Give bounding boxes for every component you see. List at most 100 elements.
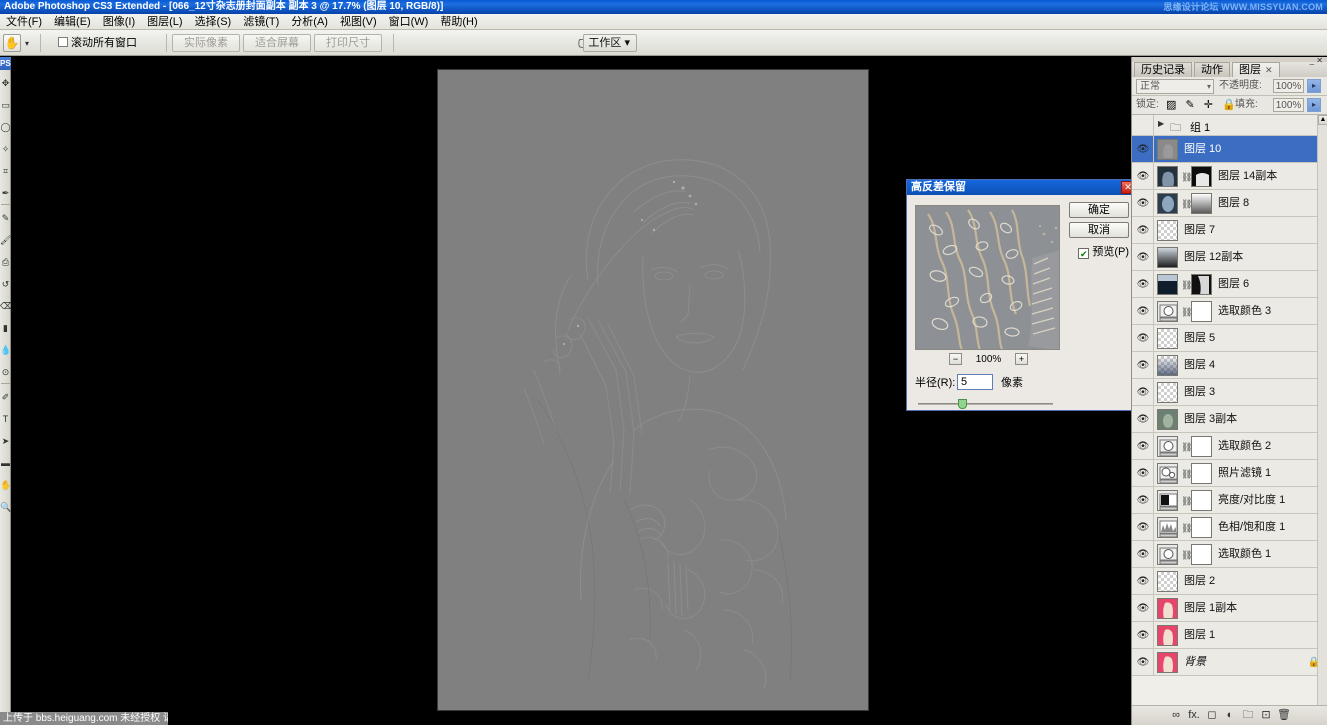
layer-visibility-eye-icon[interactable]: 👁 [1136, 549, 1150, 561]
image-canvas[interactable] [438, 70, 868, 710]
high-pass-dialog[interactable]: 高反差保留 ✕ − 100% + 半径(R): 5 像素 确定 取消 ✔ 预览(… [906, 179, 1138, 411]
checkbox-check-icon[interactable]: ✔ [1078, 248, 1090, 259]
hand-tool[interactable]: ✋ [0, 474, 11, 496]
zoom-tool[interactable]: 🔍 [0, 496, 11, 518]
layer-name[interactable]: 照片滤镜 1 [1218, 467, 1271, 480]
fill-input[interactable]: 100% [1273, 98, 1304, 112]
hand-tool-icon[interactable]: ✋ [3, 34, 21, 52]
cancel-button[interactable]: 取消 [1069, 222, 1129, 238]
layer-row[interactable]: 👁 背景 🔒 [1132, 649, 1327, 676]
layer-row[interactable]: 👁 图层 7 [1132, 217, 1327, 244]
layer-row[interactable]: 👁 ⛓ 亮度/对比度 1 [1132, 487, 1327, 514]
layer-name[interactable]: 图层 4 [1184, 359, 1215, 372]
layer-visibility-eye-icon[interactable]: 👁 [1136, 522, 1150, 534]
layer-visibility-eye-icon[interactable]: 👁 [1136, 441, 1150, 453]
blend-mode-select[interactable]: 正常 ▾ [1136, 79, 1214, 94]
layer-name[interactable]: 图层 5 [1184, 332, 1215, 345]
workspace-button[interactable]: 工作区 ▾ [583, 34, 637, 52]
layer-name[interactable]: 图层 3副本 [1184, 413, 1237, 426]
layer-mask-thumbnail[interactable] [1191, 436, 1212, 457]
layer-row[interactable]: 👁 图层 1副本 [1132, 595, 1327, 622]
menu-item-9[interactable]: 帮助(H) [434, 14, 483, 30]
dodge-tool[interactable]: ⊙ [0, 361, 11, 383]
layer-row[interactable]: 👁 ⛓ 图层 6 [1132, 271, 1327, 298]
checkbox-box[interactable] [58, 37, 68, 47]
layer-thumbnail[interactable] [1157, 544, 1178, 565]
layer-name[interactable]: 图层 14副本 [1218, 170, 1277, 183]
layer-mask-thumbnail[interactable] [1191, 544, 1212, 565]
layer-row[interactable]: 👁 ⛓ 图层 8 [1132, 190, 1327, 217]
history-brush-tool[interactable]: ↺ [0, 273, 11, 295]
layer-thumbnail[interactable] [1157, 409, 1178, 430]
move-tool[interactable]: ✥ [0, 72, 11, 94]
layer-visibility-eye-icon[interactable]: 👁 [1136, 603, 1150, 615]
eyedropper-tool[interactable]: ✒ [0, 182, 11, 204]
layer-row[interactable]: 👁 ⛓ 色相/饱和度 1 [1132, 514, 1327, 541]
path-selection-tool[interactable]: ➤ [0, 430, 11, 452]
layer-name[interactable]: 图层 7 [1184, 224, 1215, 237]
layer-row[interactable]: 👁 ⛓ 选取颜色 1 [1132, 541, 1327, 568]
layer-group-row[interactable]: ▶ 🗀 组 1 [1132, 115, 1327, 136]
layer-row[interactable]: 👁 ⛓ 图层 14副本 [1132, 163, 1327, 190]
group-expand-arrow-icon[interactable]: ▶ [1158, 119, 1164, 128]
layer-visibility-eye-icon[interactable]: 👁 [1136, 576, 1150, 588]
panel-tab-close-icon[interactable]: ✕ [1265, 65, 1273, 75]
layer-visibility-eye-icon[interactable]: 👁 [1136, 468, 1150, 480]
layer-row[interactable]: 👁 图层 3 [1132, 379, 1327, 406]
layer-thumbnail[interactable] [1157, 382, 1178, 403]
blur-tool[interactable]: 💧 [0, 339, 11, 361]
dialog-preview-thumbnail[interactable] [915, 205, 1060, 350]
crop-tool[interactable]: ⌗ [0, 160, 11, 182]
layer-visibility-eye-icon[interactable]: 👁 [1136, 144, 1150, 156]
new-layer-icon[interactable]: ⊡ [1257, 706, 1275, 725]
layer-visibility-eye-icon[interactable]: 👁 [1136, 252, 1150, 264]
slider-thumb[interactable] [958, 399, 967, 409]
gradient-tool[interactable]: ▮ [0, 317, 11, 339]
layer-mask-icon[interactable]: ◻ [1203, 706, 1221, 725]
layer-name[interactable]: 图层 6 [1218, 278, 1249, 291]
link-layers-icon[interactable]: ∞ [1167, 706, 1185, 725]
layer-thumbnail[interactable] [1157, 193, 1178, 214]
preview-checkbox[interactable]: ✔ 预览(P) [1078, 246, 1129, 259]
layer-thumbnail[interactable] [1157, 625, 1178, 646]
scroll-up-button[interactable]: ▲ [1318, 115, 1327, 125]
layer-visibility-eye-icon[interactable]: 👁 [1136, 225, 1150, 237]
type-tool[interactable]: T [0, 408, 11, 430]
layer-visibility-eye-icon[interactable]: 👁 [1136, 414, 1150, 426]
layer-name[interactable]: 图层 10 [1184, 143, 1221, 156]
layer-thumbnail[interactable] [1157, 328, 1178, 349]
clone-stamp-tool[interactable]: ⎙ [0, 251, 11, 273]
delete-layer-icon[interactable]: 🗑 [1275, 706, 1293, 725]
radius-slider[interactable] [918, 399, 1053, 409]
layer-mask-thumbnail[interactable] [1191, 463, 1212, 484]
pen-tool[interactable]: ✐ [0, 386, 11, 408]
layer-thumbnail[interactable] [1157, 220, 1178, 241]
layer-name[interactable]: 图层 3 [1184, 386, 1215, 399]
layer-list-scrollbar[interactable]: ▲ ▼ [1317, 115, 1327, 725]
layer-visibility-eye-icon[interactable]: 👁 [1136, 279, 1150, 291]
layer-thumbnail[interactable] [1157, 274, 1178, 295]
new-group-icon[interactable]: 🗀 [1239, 706, 1257, 725]
layer-visibility-eye-icon[interactable]: 👁 [1136, 360, 1150, 372]
layer-name[interactable]: 选取颜色 2 [1218, 440, 1271, 453]
menu-item-4[interactable]: 选择(S) [189, 14, 238, 30]
menu-item-2[interactable]: 图像(I) [97, 14, 141, 30]
layer-thumbnail[interactable] [1157, 247, 1178, 268]
layer-row[interactable]: 👁 图层 2 [1132, 568, 1327, 595]
layer-thumbnail[interactable] [1157, 652, 1178, 673]
layer-row[interactable]: 👁 ⛓ 选取颜色 3 [1132, 298, 1327, 325]
layer-thumbnail[interactable] [1157, 463, 1178, 484]
chevron-down-icon[interactable]: ▾ [1207, 80, 1211, 94]
menu-item-7[interactable]: 视图(V) [334, 14, 383, 30]
layer-visibility-eye-icon[interactable]: 👁 [1136, 171, 1150, 183]
layer-thumbnail[interactable] [1157, 139, 1178, 160]
magic-wand-tool[interactable]: ✧ [0, 138, 11, 160]
layer-name[interactable]: 图层 8 [1218, 197, 1249, 210]
layer-name[interactable]: 图层 1 [1184, 629, 1215, 642]
layer-row[interactable]: 👁 ⛓ 选取颜色 2 [1132, 433, 1327, 460]
layer-name[interactable]: 选取颜色 1 [1218, 548, 1271, 561]
adjustment-layer-icon[interactable]: ◐ [1221, 706, 1239, 725]
layer-row[interactable]: 👁 图层 4 [1132, 352, 1327, 379]
opacity-arrow-button[interactable]: ▸ [1307, 79, 1321, 93]
fill-arrow-button[interactable]: ▸ [1307, 98, 1321, 112]
